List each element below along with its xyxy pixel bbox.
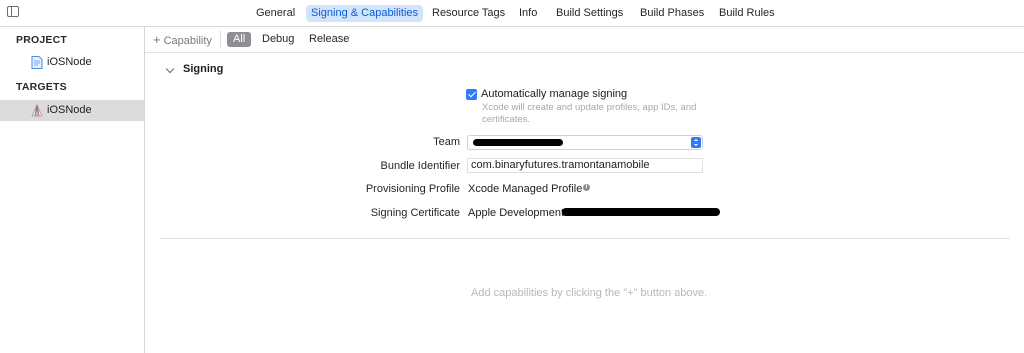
tab-info[interactable]: Info — [514, 5, 542, 22]
tab-build-phases[interactable]: Build Phases — [635, 5, 709, 22]
project-navigator: PROJECT iOSNode TARGETS iOSNode — [0, 27, 145, 353]
auto-manage-label: Automatically manage signing — [481, 88, 628, 100]
chevron-down-icon — [165, 64, 175, 74]
segment-release[interactable]: Release — [303, 32, 355, 47]
provisioning-profile-value: Xcode Managed Profile — [468, 183, 583, 195]
plus-icon: + — [153, 32, 161, 47]
sidebar-item-target[interactable]: iOSNode — [0, 100, 144, 121]
bundle-identifier-field[interactable]: com.binaryfutures.tramontanamobile — [467, 158, 703, 173]
provisioning-profile-label: Provisioning Profile — [365, 183, 460, 195]
redacted-certificate — [562, 208, 720, 216]
auto-manage-checkbox[interactable] — [466, 89, 477, 100]
project-file-icon — [31, 56, 43, 69]
team-select[interactable] — [467, 135, 703, 150]
tab-list: General Signing & Capabilities Resource … — [0, 0, 1024, 26]
section-title: Signing — [183, 63, 224, 75]
segment-debug[interactable]: Debug — [256, 32, 300, 47]
sidebar-item-project[interactable]: iOSNode — [0, 52, 144, 73]
project-label: iOSNode — [47, 56, 92, 68]
popup-stepper-icon — [691, 137, 701, 148]
tab-build-settings[interactable]: Build Settings — [551, 5, 628, 22]
target-label: iOSNode — [47, 104, 92, 116]
bundle-identifier-label: Bundle Identifier — [380, 160, 461, 172]
project-header: PROJECT — [16, 34, 67, 46]
section-divider — [160, 238, 1010, 239]
signing-certificate-label: Signing Certificate — [370, 207, 460, 219]
team-label: Team — [433, 136, 460, 148]
capability-filter-bar: + Capability All Debug Release — [145, 27, 1024, 53]
capability-label: Capability — [163, 35, 212, 47]
add-capability-button[interactable]: + Capability — [153, 32, 212, 47]
tab-resource-tags[interactable]: Resource Tags — [427, 5, 510, 22]
tab-build-rules[interactable]: Build Rules — [714, 5, 780, 22]
segment-all[interactable]: All — [227, 32, 252, 47]
tab-general[interactable]: General — [251, 5, 300, 22]
info-icon[interactable]: i — [583, 184, 590, 191]
divider — [220, 31, 221, 48]
empty-capabilities-message: Add capabilities by clicking the "+" but… — [471, 287, 708, 299]
auto-manage-description: Xcode will create and update profiles, a… — [482, 102, 697, 125]
editor-tab-bar: General Signing & Capabilities Resource … — [0, 0, 1024, 27]
tab-signing-capabilities[interactable]: Signing & Capabilities — [306, 5, 424, 22]
app-target-icon — [31, 104, 43, 117]
redacted-team — [473, 139, 563, 146]
signing-certificate-value: Apple Development: — [468, 207, 568, 219]
targets-header: TARGETS — [16, 81, 67, 93]
